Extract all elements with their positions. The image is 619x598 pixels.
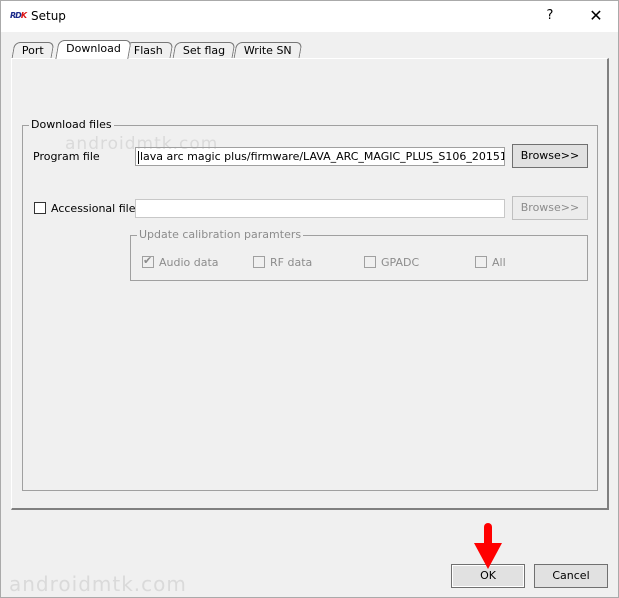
checkmark-icon: ✔ — [143, 254, 153, 267]
audio-data-label: Audio data — [159, 256, 219, 269]
window-title: Setup — [31, 9, 66, 23]
accessional-file-browse-button[interactable]: Browse>> — [512, 196, 588, 220]
audio-data-checkbox[interactable]: ✔ — [142, 254, 154, 268]
red-arrow-annotation-icon — [474, 523, 502, 569]
rf-data-label: RF data — [270, 256, 313, 269]
calibration-group: Update calibration paramters ✔ Audio dat… — [130, 228, 588, 281]
app-logo-icon: RDK — [10, 11, 27, 20]
setup-dialog: RDK Setup ? ✕ Port Download Flash Set fl… — [0, 0, 619, 598]
tab-write-sn[interactable]: Write SN — [233, 42, 303, 58]
title-bar: RDK Setup ? ✕ — [1, 1, 618, 32]
accessional-file-input[interactable] — [135, 199, 505, 218]
accessional-file-checkbox[interactable] — [34, 202, 46, 214]
all-checkbox[interactable] — [475, 256, 487, 268]
tab-set-flag[interactable]: Set flag — [172, 42, 236, 58]
help-button[interactable]: ? — [535, 5, 565, 27]
watermark-text-bottom: androidmtk.com — [9, 572, 187, 596]
download-tab-panel: Download files Program file lava arc mag… — [11, 58, 609, 510]
watermark-text: androidmtk.com — [65, 134, 219, 154]
download-files-group: Download files Program file lava arc mag… — [22, 118, 598, 491]
program-file-browse-button[interactable]: Browse>> — [512, 144, 588, 168]
accessional-file-label: Accessional file — [51, 202, 136, 215]
all-label: All — [492, 256, 506, 269]
close-button[interactable]: ✕ — [579, 5, 613, 27]
download-files-legend: Download files — [29, 118, 114, 131]
gpadc-checkbox[interactable] — [364, 256, 376, 268]
gpadc-label: GPADC — [381, 256, 420, 269]
tab-flash[interactable]: Flash — [123, 42, 174, 58]
cancel-button[interactable]: Cancel — [534, 564, 608, 588]
rf-data-checkbox[interactable] — [253, 256, 265, 268]
tab-download[interactable]: Download — [55, 40, 132, 59]
calibration-legend: Update calibration paramters — [137, 228, 304, 241]
tab-port[interactable]: Port — [11, 42, 55, 58]
